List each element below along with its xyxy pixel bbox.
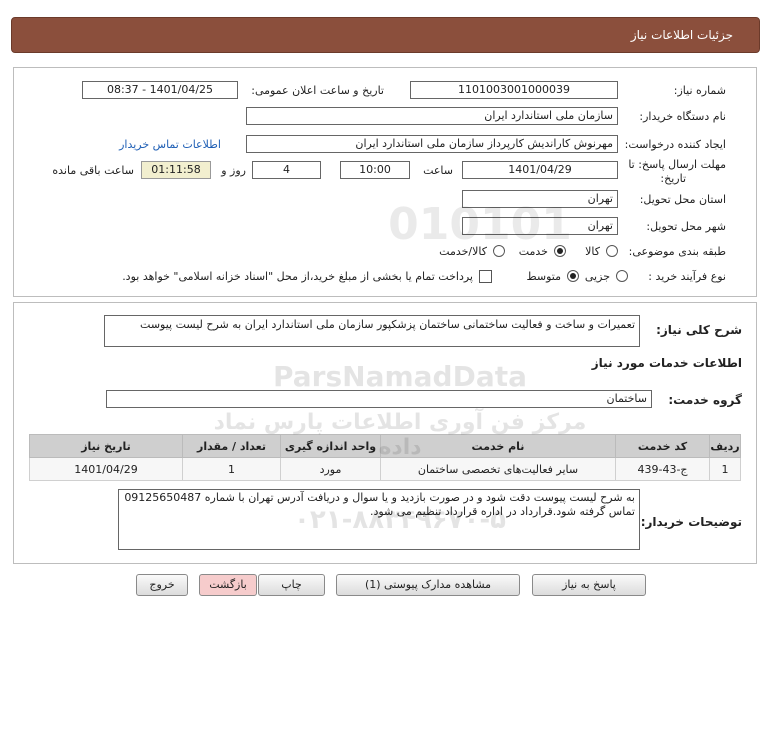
province-field: تهران (462, 190, 618, 208)
deadline-time-label: ساعت (423, 164, 453, 177)
remaining-label: ساعت باقی مانده (52, 164, 134, 177)
need-number-label: شماره نیاز: (673, 84, 726, 97)
services-heading: اطلاعات خدمات مورد نیاز (591, 356, 742, 370)
need-info-panel: شماره نیاز: 1101003001000039 تاریخ و ساع… (13, 67, 757, 297)
buyer-org-field: سازمان ملی استاندارد ایران (246, 107, 618, 125)
category-radio-goods[interactable] (606, 245, 618, 257)
col-row-header: ردیف (709, 434, 741, 458)
print-button[interactable]: چاپ (258, 574, 325, 596)
attachments-button[interactable]: مشاهده مدارک پیوستی (1) (336, 574, 520, 596)
col-code-header: کد خدمت (615, 434, 710, 458)
process-radio-minor[interactable] (616, 270, 628, 282)
col-qty-header: تعداد / مقدار (182, 434, 281, 458)
cell-qty: 1 (182, 457, 281, 481)
page-title: جزئیات اطلاعات نیاز (630, 28, 733, 42)
process-label: نوع فرآیند خرید : (648, 270, 726, 283)
buyer-notes-label: توضیحات خریدار: (640, 515, 742, 529)
category-label: طبقه بندی موضوعی: (628, 245, 726, 258)
contact-buyer-link[interactable]: اطلاعات تماس خریدار (119, 138, 221, 151)
summary-label: شرح کلی نیاز: (656, 323, 742, 337)
table-header-row: ردیف کد خدمت نام خدمت واحد اندازه گیری ت… (29, 434, 741, 458)
province-label: استان محل تحویل: (639, 193, 726, 206)
need-details-panel: شرح کلی نیاز: تعمیرات و ساخت و فعالیت سا… (13, 302, 757, 564)
cell-unit: مورد (280, 457, 381, 481)
payment-note: پرداخت تمام یا بخشی از مبلغ خرید،از محل … (122, 270, 473, 283)
category-radio-service[interactable] (554, 245, 566, 257)
cell-date: 1401/04/29 (29, 457, 183, 481)
exit-button[interactable]: خروج (136, 574, 188, 596)
treasury-payment-checkbox[interactable] (479, 270, 492, 283)
remaining-time-field: 01:11:58 (141, 161, 211, 179)
category-option-goods: کالا (585, 245, 600, 258)
announce-label: تاریخ و ساعت اعلان عمومی: (251, 84, 384, 97)
deadline-time-field: 10:00 (340, 161, 410, 179)
creator-field: مهرنوش کاراندیش کارپرداز سازمان ملی استا… (246, 135, 618, 153)
announce-field: 1401/04/25 - 08:37 (82, 81, 238, 99)
city-field: تهران (462, 217, 618, 235)
group-label: گروه خدمت: (668, 393, 742, 407)
process-radio-medium[interactable] (567, 270, 579, 282)
need-number-field: 1101003001000039 (410, 81, 618, 99)
deadline-date-field: 1401/04/29 (462, 161, 618, 179)
table-row: 1 ج-43-439 سایر فعالیت‌های تخصصی ساختمان… (29, 457, 741, 481)
col-date-header: تاریخ نیاز (29, 434, 183, 458)
summary-field: تعمیرات و ساخت و فعالیت ساختمانی ساختمان… (104, 315, 640, 347)
group-field: ساختمان (106, 390, 652, 408)
cell-row: 1 (709, 457, 741, 481)
category-option-goods-service: کالا/خدمت (439, 245, 487, 258)
services-table: ردیف کد خدمت نام خدمت واحد اندازه گیری ت… (29, 434, 741, 481)
creator-label: ایجاد کننده درخواست: (624, 138, 726, 151)
buyer-notes-field: به شرح لیست پیوست دقت شود و در صورت بازد… (118, 489, 640, 550)
cell-name: سایر فعالیت‌های تخصصی ساختمان (380, 457, 616, 481)
deadline-label-2: تاریخ: (660, 172, 686, 185)
deadline-label-1: مهلت ارسال پاسخ: تا (628, 158, 726, 171)
days-field: 4 (252, 161, 321, 179)
buyer-org-label: نام دستگاه خریدار: (639, 110, 726, 123)
process-option-medium: متوسط (526, 270, 561, 283)
process-option-minor: جزیی (584, 270, 610, 283)
days-label: روز و (221, 164, 246, 177)
city-label: شهر محل تحویل: (646, 220, 726, 233)
category-radio-goods-service[interactable] (493, 245, 505, 257)
reply-button[interactable]: پاسخ به نیاز (532, 574, 646, 596)
col-unit-header: واحد اندازه گیری (280, 434, 381, 458)
cell-code: ج-43-439 (615, 457, 710, 481)
page-header: جزئیات اطلاعات نیاز (11, 17, 760, 53)
col-name-header: نام خدمت (380, 434, 616, 458)
category-option-service: خدمت (518, 245, 548, 258)
back-button[interactable]: بازگشت (199, 574, 257, 596)
